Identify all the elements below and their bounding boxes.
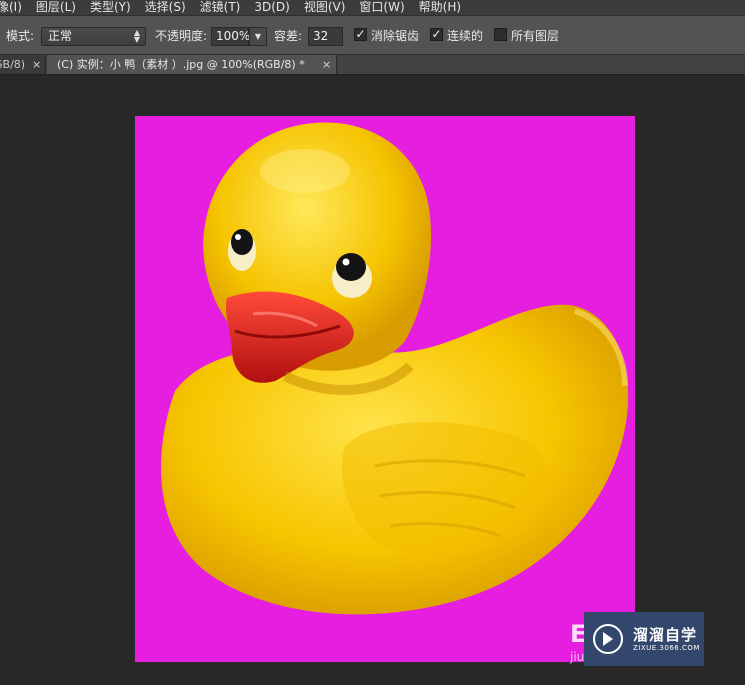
menu-select[interactable]: 选择(S) [145, 0, 200, 15]
menu-layer[interactable]: 图层(L) [36, 0, 90, 15]
opacity-value: 100% [216, 29, 251, 43]
antialias-label: 消除锯齿 [371, 29, 420, 43]
menu-type[interactable]: 类型(Y) [90, 0, 145, 15]
checkmark-icon: ✓ [431, 27, 442, 41]
checkmark-icon: ✓ [355, 27, 366, 41]
all-layers-label: 所有图层 [511, 29, 560, 43]
close-icon[interactable]: × [32, 55, 41, 74]
tolerance-input[interactable]: 32 [308, 27, 343, 46]
menu-view[interactable]: 视图(V) [304, 0, 360, 15]
all-layers-checkbox[interactable] [494, 28, 507, 41]
tab-label: GB/8) [0, 58, 26, 71]
opacity-label: 不透明度: [155, 29, 208, 43]
tolerance-value: 32 [313, 29, 329, 43]
opacity-input[interactable]: 100% [211, 27, 251, 46]
play-icon [593, 624, 623, 654]
watermark-brand: 溜溜自学 [633, 625, 698, 644]
menu-3d[interactable]: 3D(D) [254, 0, 303, 15]
document-tab-active[interactable]: (C) 实例：小 鸭（素材 ）.jpg @ 100%(RGB/8) * × [47, 55, 337, 74]
tolerance-label: 容差: [274, 29, 303, 43]
mode-value: 正常 [48, 29, 73, 43]
menu-window[interactable]: 窗口(W) [359, 0, 418, 15]
menu-filter[interactable]: 滤镜(T) [200, 0, 255, 15]
document-tab-previous[interactable]: GB/8) × [0, 55, 46, 74]
rubber-duck-illustration [161, 122, 629, 615]
mode-label: 模式: [6, 29, 35, 43]
close-icon[interactable]: × [322, 55, 331, 74]
stepper-arrows-icon: ▲ ▼ [133, 28, 140, 44]
document-tab-bar: GB/8) × (C) 实例：小 鸭（素材 ）.jpg @ 100%(RGB/8… [0, 55, 745, 75]
contiguous-label: 连续的 [447, 29, 484, 43]
opacity-dropdown-button[interactable]: ▼ [249, 27, 267, 46]
tab-label: (C) 实例：小 鸭（素材 ）.jpg @ 100%(RGB/8) * [57, 58, 305, 71]
menu-image[interactable]: 像(I) [0, 0, 36, 15]
document-image[interactable] [135, 116, 635, 662]
menu-bar: 像(I) 图层(L) 类型(Y) 选择(S) 滤镜(T) 3D(D) 视图(V)… [0, 0, 745, 15]
watermark-badge: 溜溜自学 ZIXUE.3066.COM [584, 612, 704, 666]
menu-help[interactable]: 帮助(H) [419, 0, 475, 15]
watermark-sub: jiu [570, 650, 585, 664]
watermark-url: ZIXUE.3066.COM [633, 643, 700, 652]
mode-select[interactable]: 正常 ▲ ▼ [41, 27, 146, 46]
options-bar: 模式: 正常 ▲ ▼ 不透明度: 100% ▼ 容差: 32 ✓ 消除锯齿 ✓ 连… [0, 15, 745, 55]
chevron-down-icon: ▼ [254, 32, 262, 41]
contiguous-checkbox[interactable]: ✓ [430, 28, 443, 41]
antialias-checkbox[interactable]: ✓ [354, 28, 367, 41]
